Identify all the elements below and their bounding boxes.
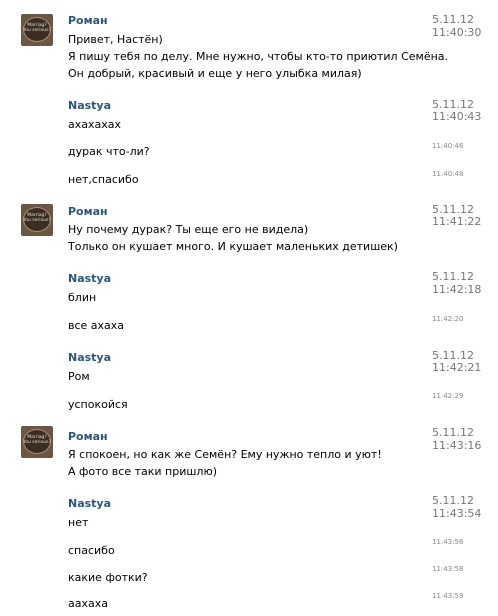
message-date: 5.11.12 — [432, 494, 474, 507]
message-time: 11:40:43 — [432, 110, 482, 123]
avatar[interactable]: Marriag? You serious? — [21, 426, 53, 458]
message-date: 5.11.12 — [432, 270, 474, 283]
message-time: 11:40:46 — [432, 142, 464, 150]
message-time: 11:42:20 — [432, 315, 464, 323]
message-date: 5.11.12 — [432, 426, 474, 439]
message-text: спасибо — [68, 544, 115, 557]
avatar-caption: Marriag? You serious? — [23, 435, 51, 445]
message-line: Привет, Настён) — [68, 33, 163, 46]
message-time: 11:41:22 — [432, 215, 482, 228]
message-text: Ром — [68, 370, 90, 383]
message-text: ахахахах — [68, 118, 122, 131]
message-line: Ну почему дурак? Ты еще его не видела) — [68, 223, 309, 236]
message-line: А фото все таки пришлю) — [68, 465, 217, 478]
message-time: 11:43:16 — [432, 439, 482, 452]
avatar[interactable]: Marriag? You serious? — [21, 14, 53, 46]
message-text: блин — [68, 291, 97, 304]
message-line: Я пишу тебя по делу. Мне нужно, чтобы кт… — [68, 50, 449, 63]
author-name[interactable]: Nastya — [68, 351, 111, 364]
message-line: Только он кушает много. И кушает маленьк… — [68, 240, 398, 253]
message-time: 11:43:59 — [432, 592, 464, 600]
message-text: аахаха — [68, 597, 108, 610]
message-time: 11:40:48 — [432, 170, 464, 178]
message-line: Я спокоен, но как же Семён? Ему нужно те… — [68, 448, 382, 461]
message-date: 5.11.12 — [432, 13, 474, 26]
message-text: успокойся — [68, 398, 128, 411]
author-name[interactable]: Роман — [68, 430, 108, 443]
avatar[interactable]: Marriag? You serious? — [21, 204, 53, 236]
author-name[interactable]: Nastya — [68, 99, 111, 112]
message-time: 11:43:56 — [432, 538, 464, 546]
author-name[interactable]: Роман — [68, 14, 108, 27]
message-line: Он добрый, красивый и еще у него улыбка … — [68, 67, 362, 80]
avatar-caption: Marriag? You serious? — [23, 213, 51, 223]
author-name[interactable]: Nastya — [68, 272, 111, 285]
message-text: дурак что-ли? — [68, 145, 150, 158]
message-time: 11:42:21 — [432, 361, 482, 374]
message-text: какие фотки? — [68, 571, 148, 584]
message-text: нет,спасибо — [68, 173, 139, 186]
message-text: нет — [68, 516, 89, 529]
message-time: 11:42:29 — [432, 392, 464, 400]
avatar-caption: Marriag? You serious? — [23, 23, 51, 33]
author-name[interactable]: Роман — [68, 205, 108, 218]
author-name[interactable]: Nastya — [68, 497, 111, 510]
message-time: 11:40:30 — [432, 26, 482, 39]
message-text: все ахаха — [68, 319, 125, 332]
message-time: 11:43:58 — [432, 565, 464, 573]
message-time: 11:42:18 — [432, 283, 482, 296]
message-time: 11:43:54 — [432, 507, 482, 520]
